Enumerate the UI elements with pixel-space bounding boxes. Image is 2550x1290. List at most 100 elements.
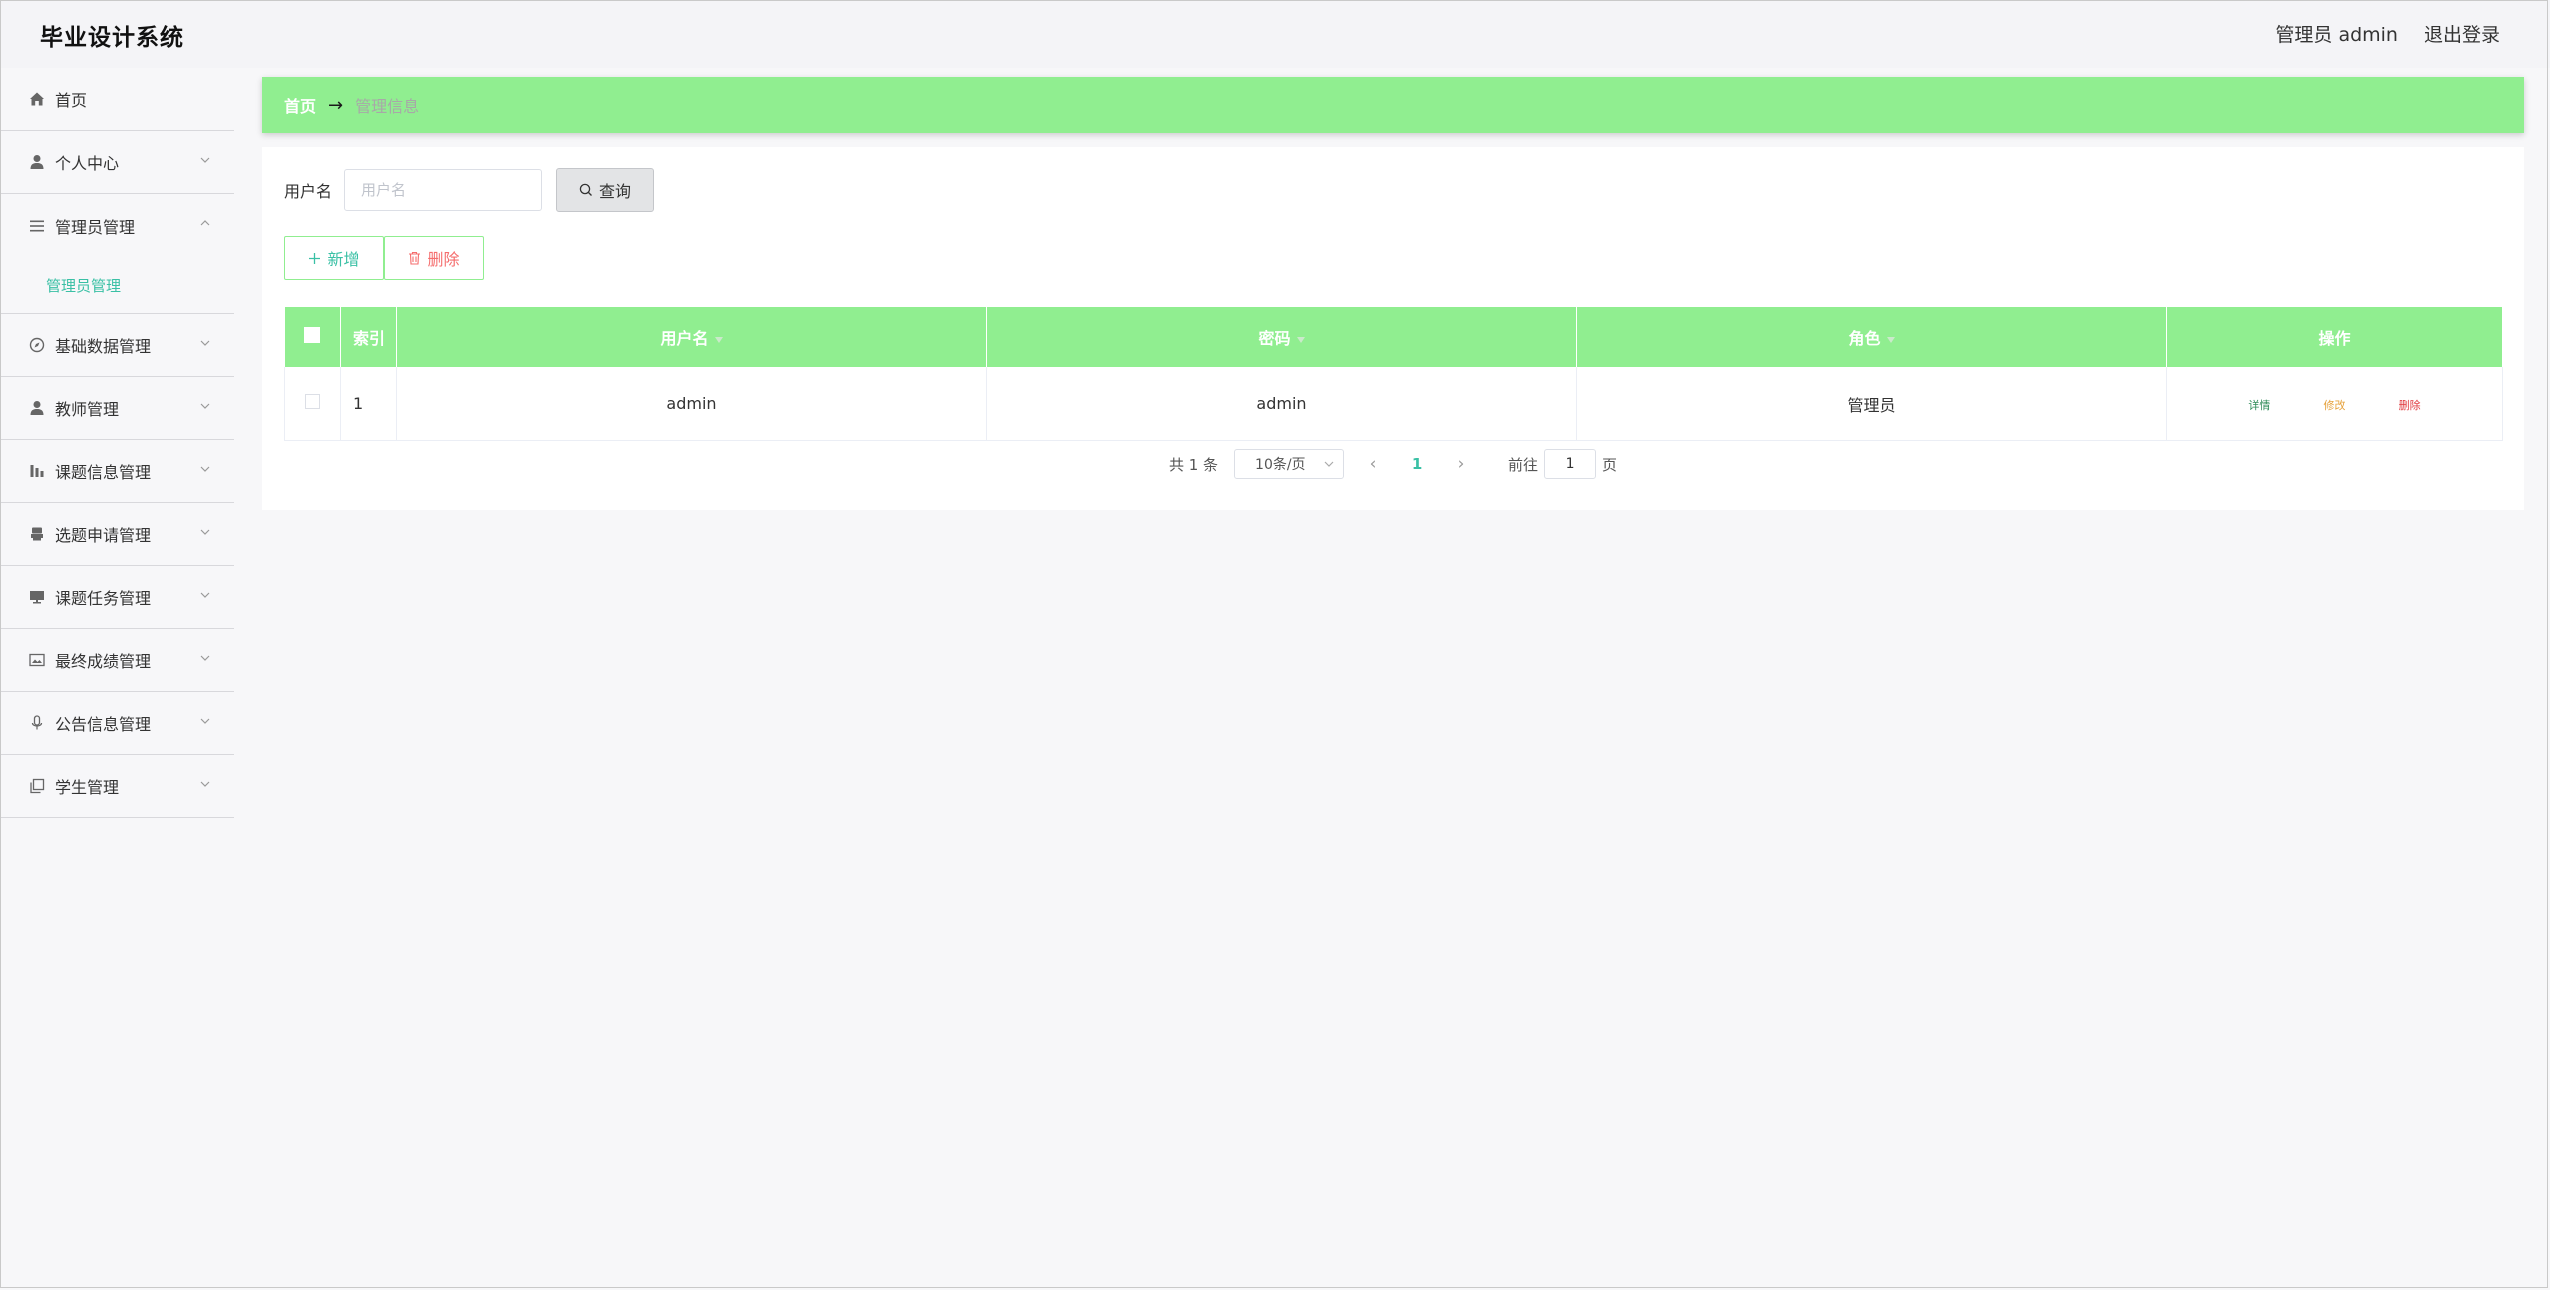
sort-caret-icon [1886, 336, 1895, 343]
chevron-down-icon [200, 340, 210, 346]
column-username-label: 用户名 [660, 329, 709, 348]
sidebar-item-label: 个人中心 [55, 154, 120, 173]
search-form: 用户名 查询 [284, 168, 655, 212]
query-button[interactable]: 查询 [556, 168, 655, 212]
sort-caret-icon [1296, 336, 1305, 343]
pagination: 共 1 条 10条/页 ‹ 1 › 前往 页 [262, 449, 2524, 479]
chevron-down-icon [1324, 461, 1334, 467]
table-row: 1 admin admin 管理员 详情 修改 删除 [284, 367, 2503, 441]
sidebar-item-home[interactable]: 首页 [0, 68, 234, 131]
printer-icon [28, 525, 46, 543]
detail-link[interactable]: 详情 [2248, 399, 2270, 412]
username-label: 用户名 [284, 182, 333, 201]
admin-table: 索引 用户名 密码 角色 操作 1 admin admin 管理员 详情 修改 [284, 307, 2503, 441]
sidebar-item-label: 课题任务管理 [55, 589, 152, 608]
page-suffix: 页 [1602, 455, 1618, 474]
sidebar-item-personal-center[interactable]: 个人中心 [0, 131, 234, 194]
sidebar: 首页 个人中心 管理员管理 管理员管理 基础数据管理 教师管理 课题信息管理 选… [0, 68, 234, 1290]
sidebar-item-student[interactable]: 学生管理 [0, 755, 234, 818]
chevron-down-icon [200, 781, 210, 787]
submenu-item-admin-management[interactable]: 管理员管理 [0, 257, 234, 313]
logout-link[interactable]: 退出登录 [2424, 20, 2500, 47]
row-password: admin [986, 367, 1577, 441]
breadcrumb-arrow-icon: → [328, 94, 344, 116]
trash-icon [409, 251, 421, 265]
column-password[interactable]: 密码 [986, 307, 1577, 367]
sidebar-item-teacher[interactable]: 教师管理 [0, 377, 234, 440]
page-size-select[interactable]: 10条/页 [1234, 449, 1345, 479]
sidebar-item-topic-info[interactable]: 课题信息管理 [0, 440, 234, 503]
main-content: 首页 → 管理信息 用户名 查询 新增 删除 [262, 77, 2524, 510]
user-icon [28, 153, 46, 171]
chart-icon [28, 462, 46, 480]
total-count: 共 1 条 [1168, 455, 1219, 474]
column-operations: 操作 [2166, 307, 2503, 367]
sort-caret-icon [714, 336, 723, 343]
page-number-current[interactable]: 1 [1402, 455, 1432, 473]
row-delete-link[interactable]: 删除 [2399, 399, 2421, 412]
microphone-icon [28, 714, 46, 732]
chevron-down-icon [200, 592, 210, 598]
sidebar-item-label: 选题申请管理 [55, 526, 152, 545]
breadcrumb: 首页 → 管理信息 [262, 77, 2524, 133]
chevron-down-icon [200, 157, 210, 163]
chevron-up-icon [200, 220, 210, 226]
page-size-value: 10条/页 [1255, 457, 1306, 473]
sidebar-item-label: 教师管理 [55, 400, 120, 419]
sidebar-item-label: 学生管理 [55, 778, 120, 797]
sidebar-item-label: 基础数据管理 [55, 337, 152, 356]
row-username: admin [396, 367, 987, 441]
row-index: 1 [340, 367, 397, 441]
sidebar-item-final-score[interactable]: 最终成绩管理 [0, 629, 234, 692]
breadcrumb-home[interactable]: 首页 [284, 93, 316, 117]
delete-button-label: 删除 [427, 250, 460, 269]
sidebar-item-basic-data[interactable]: 基础数据管理 [0, 314, 234, 377]
chevron-down-icon [200, 655, 210, 661]
app-title: 毕业设计系统 [40, 25, 184, 51]
chevron-down-icon [200, 466, 210, 472]
user-icon [28, 399, 46, 417]
admin-menu-group: 管理员管理 管理员管理 [0, 194, 234, 314]
sidebar-item-label: 课题信息管理 [55, 463, 152, 482]
sidebar-item-label: 公告信息管理 [55, 715, 152, 734]
chevron-down-icon [200, 403, 210, 409]
monitor-icon [28, 588, 46, 606]
edit-link[interactable]: 修改 [2324, 399, 2346, 412]
goto-label: 前往 [1508, 455, 1539, 474]
row-checkbox[interactable] [305, 394, 320, 409]
column-role-label: 角色 [1848, 329, 1881, 348]
search-icon [579, 183, 592, 196]
plus-icon [309, 252, 321, 264]
select-all-checkbox[interactable] [304, 327, 321, 343]
goto-page-input[interactable] [1544, 449, 1597, 479]
sidebar-item-admin-management[interactable]: 管理员管理 [0, 194, 234, 257]
prev-page-button[interactable]: ‹ [1358, 454, 1388, 474]
sidebar-item-label: 管理员管理 [55, 217, 136, 237]
sidebar-item-topic-application[interactable]: 选题申请管理 [0, 503, 234, 566]
sidebar-item-label: 首页 [55, 91, 88, 110]
column-role[interactable]: 角色 [1576, 307, 2167, 367]
current-user: 管理员 admin [2275, 24, 2398, 46]
column-username[interactable]: 用户名 [396, 307, 987, 367]
compass-icon [28, 336, 46, 354]
chevron-down-icon [200, 718, 210, 724]
column-index: 索引 [340, 307, 397, 367]
query-button-label: 查询 [599, 182, 632, 201]
username-search-input[interactable] [344, 169, 543, 211]
delete-button[interactable]: 删除 [384, 236, 484, 280]
page-jumper: 前往 页 [1508, 449, 1617, 479]
add-button-label: 新增 [327, 250, 360, 269]
list-icon [28, 217, 46, 235]
content-panel: 用户名 查询 新增 删除 索引 [262, 147, 2524, 510]
header-user-area: 管理员 admin 退出登录 [2275, 20, 2500, 47]
row-role: 管理员 [1576, 367, 2167, 441]
breadcrumb-current: 管理信息 [355, 97, 420, 116]
row-operations: 详情 修改 删除 [2166, 367, 2503, 441]
action-toolbar: 新增 删除 [284, 236, 484, 280]
next-page-button[interactable]: › [1446, 454, 1476, 474]
sidebar-item-label: 最终成绩管理 [55, 652, 152, 671]
sidebar-item-topic-task[interactable]: 课题任务管理 [0, 566, 234, 629]
add-button[interactable]: 新增 [284, 236, 384, 280]
sidebar-item-announcement[interactable]: 公告信息管理 [0, 692, 234, 755]
column-password-label: 密码 [1258, 329, 1291, 348]
